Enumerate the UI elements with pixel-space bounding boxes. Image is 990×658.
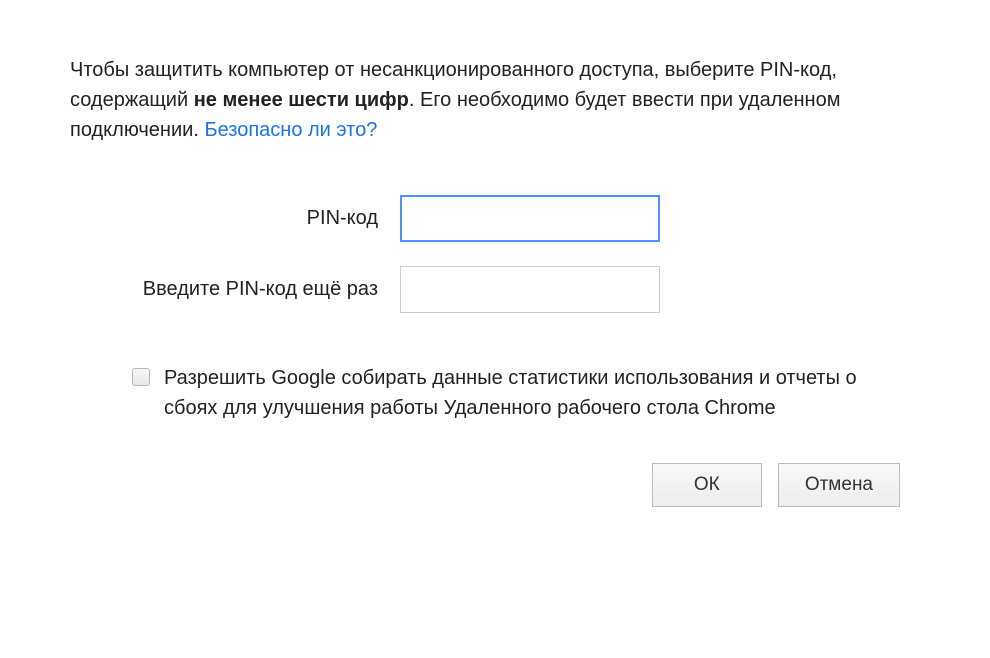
pin-confirm-input[interactable]	[400, 266, 660, 313]
pin-label: PIN-код	[70, 207, 400, 230]
cancel-button[interactable]: Отмена	[778, 463, 900, 507]
stats-checkbox-row: Разрешить Google собирать данные статист…	[70, 363, 920, 423]
intro-bold: не менее шести цифр	[194, 89, 409, 111]
ok-button[interactable]: ОК	[652, 463, 762, 507]
pin-form: PIN-код Введите PIN-код ещё раз	[70, 195, 920, 313]
intro-text: Чтобы защитить компьютер от несанкционир…	[70, 55, 920, 145]
pin-row: PIN-код	[70, 195, 920, 242]
dialog-buttons: ОК Отмена	[70, 463, 920, 507]
pin-input[interactable]	[400, 195, 660, 242]
stats-checkbox-label: Разрешить Google собирать данные статист…	[164, 363, 860, 423]
pin-confirm-row: Введите PIN-код ещё раз	[70, 266, 920, 313]
stats-checkbox[interactable]	[132, 368, 150, 386]
pin-confirm-label: Введите PIN-код ещё раз	[70, 278, 400, 301]
safety-link[interactable]: Безопасно ли это?	[204, 119, 377, 141]
